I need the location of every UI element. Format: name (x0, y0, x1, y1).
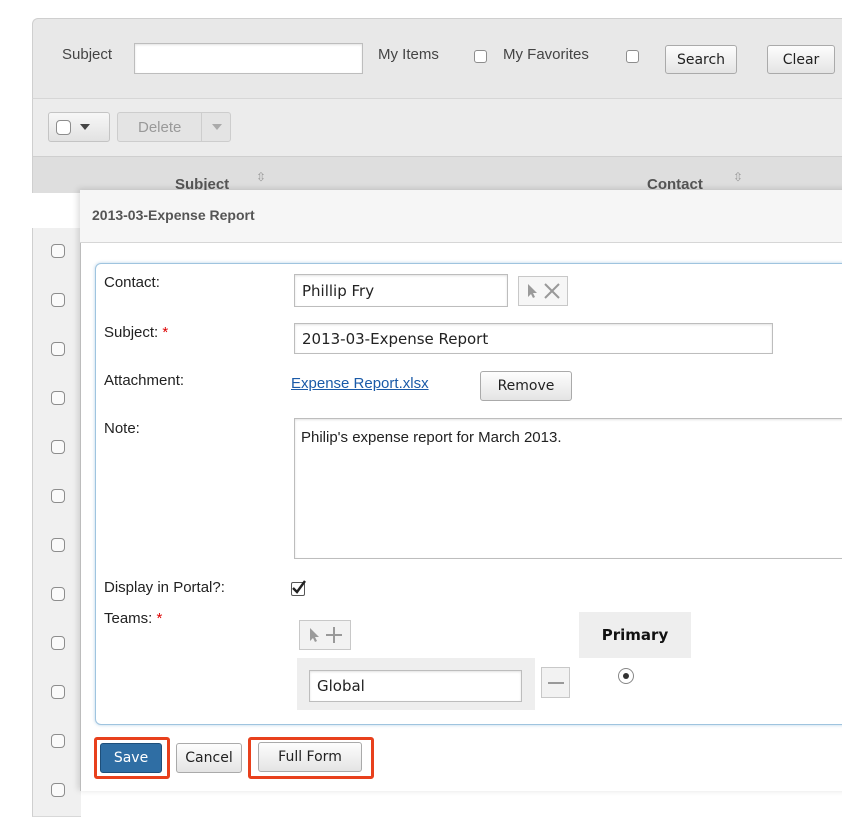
checkmark-icon (292, 580, 306, 594)
delete-button[interactable]: Delete (118, 119, 201, 136)
sort-arrows-icon[interactable]: ⇳ (733, 170, 743, 184)
cancel-button[interactable]: Cancel (176, 743, 242, 773)
remove-attachment-button[interactable]: Remove (480, 371, 572, 401)
display-in-portal-checkbox[interactable] (291, 580, 306, 596)
row-checkbox[interactable] (51, 440, 65, 454)
row-checkbox[interactable] (51, 636, 65, 650)
remove-team-button[interactable] (541, 667, 570, 698)
save-button[interactable]: Save (100, 743, 162, 773)
teams-select-add-group (299, 620, 351, 650)
row-checkbox[interactable] (51, 244, 65, 258)
delete-menu-toggle[interactable] (201, 113, 222, 141)
radio-dot (623, 673, 629, 679)
row-checkbox[interactable] (51, 538, 65, 552)
subject-search-input[interactable] (134, 43, 363, 74)
row-checkbox[interactable] (51, 489, 65, 503)
primary-column-header: Primary (579, 612, 691, 658)
chevron-down-icon (80, 124, 90, 130)
cursor-select-icon[interactable] (307, 627, 321, 643)
row-checkbox[interactable] (51, 587, 65, 601)
row-checkbox[interactable] (51, 685, 65, 699)
row-checkbox[interactable] (51, 293, 65, 307)
team-name-input[interactable]: Global (309, 670, 522, 702)
contact-input[interactable]: Phillip Fry (294, 274, 508, 307)
my-items-checkbox[interactable] (474, 50, 487, 63)
row-checkbox[interactable] (51, 734, 65, 748)
my-items-label: My Items (378, 46, 439, 63)
required-mark: * (156, 610, 163, 627)
clear-button[interactable]: Clear (767, 45, 835, 74)
note-label: Note: (104, 420, 140, 437)
select-all-checkbox[interactable] (56, 119, 71, 135)
attachment-link[interactable]: Expense Report.xlsx (291, 375, 429, 392)
subject-label: Subject: * (104, 324, 169, 341)
primary-team-radio[interactable] (618, 668, 634, 684)
clear-x-icon[interactable] (543, 282, 561, 300)
full-form-button[interactable]: Full Form (258, 742, 362, 772)
cursor-select-icon[interactable] (525, 283, 539, 299)
minus-icon (547, 681, 564, 684)
subject-search-label: Subject (62, 46, 113, 63)
row-checkbox[interactable] (51, 783, 65, 797)
display-in-portal-label: Display in Portal?: (104, 579, 225, 596)
select-all-dropdown[interactable] (48, 112, 110, 142)
chevron-down-icon (212, 124, 222, 130)
add-plus-icon[interactable] (325, 626, 343, 644)
sort-arrows-icon[interactable]: ⇳ (256, 170, 266, 184)
row-checkbox[interactable] (51, 391, 65, 405)
delete-dropdown[interactable]: Delete (117, 112, 231, 142)
my-favorites-label: My Favorites (503, 46, 589, 63)
required-mark: * (162, 324, 169, 341)
contact-select-clear-group (518, 276, 568, 306)
my-favorites-checkbox[interactable] (626, 50, 639, 63)
row-checkbox[interactable] (51, 342, 65, 356)
teams-label: Teams: * (104, 610, 163, 627)
list-header-row (32, 156, 842, 193)
subject-input[interactable]: 2013-03-Expense Report (294, 323, 773, 354)
modal-title: 2013-03-Expense Report (92, 207, 255, 223)
contact-label: Contact: (104, 274, 160, 291)
note-textarea[interactable]: Philip's expense report for March 2013. (294, 418, 842, 559)
attachment-label: Attachment: (104, 372, 185, 389)
search-button[interactable]: Search (665, 45, 737, 74)
